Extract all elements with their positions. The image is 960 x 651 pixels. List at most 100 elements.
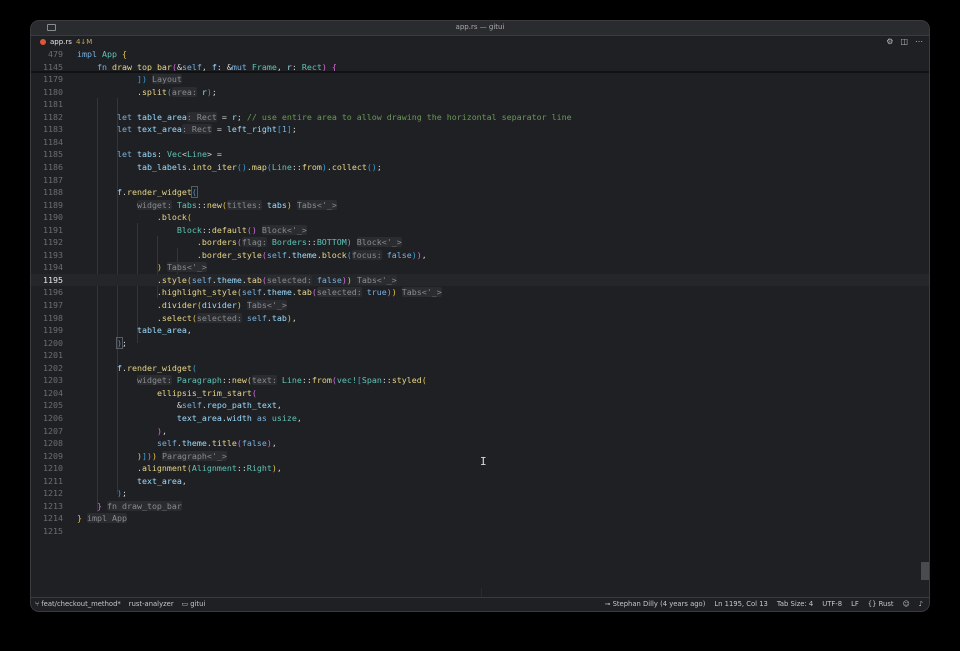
- scrollbar-thumb[interactable]: [921, 562, 929, 580]
- code-line[interactable]: 1197 .divider(divider) Tabs<'_>: [31, 299, 929, 312]
- line-number: 1193: [43, 249, 63, 260]
- line-number: 1186: [43, 161, 63, 172]
- branch-status[interactable]: ⑂ feat/checkout_method*: [35, 598, 121, 611]
- code-line[interactable]: 1183 let text_area: Rect = left_right[1]…: [31, 123, 929, 136]
- code-text: ellipsis_trim_start(: [156, 387, 257, 398]
- code-line[interactable]: 1192 .borders(flag: Borders::BOTTOM) Blo…: [31, 236, 929, 249]
- code-line[interactable]: 1195 .style(self.theme.tab(selected: fal…: [31, 273, 929, 287]
- code-text: widget: Paragraph::new(text: Line::from(…: [136, 375, 427, 386]
- code-line[interactable]: 1193 .border_style(self.theme.block(focu…: [31, 249, 929, 262]
- sticky-scroll-line[interactable]: 479 impl App {: [31, 48, 929, 61]
- line-number: 1208: [43, 438, 63, 449]
- code-line[interactable]: 1202 f.render_widget(: [31, 362, 929, 375]
- code-line[interactable]: 1207 ),: [31, 425, 929, 438]
- code-line[interactable]: 1206 text_area.width as usize,: [31, 412, 929, 425]
- encoding[interactable]: UTF-8: [822, 598, 842, 611]
- code-line[interactable]: 1190 .block(: [31, 211, 929, 224]
- code-line[interactable]: 1213 } fn draw_top_bar: [31, 500, 929, 513]
- line-number: 479: [48, 49, 63, 59]
- line-number: 1213: [43, 500, 63, 511]
- line-number: 1194: [43, 262, 63, 273]
- code-line[interactable]: 1194 ) Tabs<'_>: [31, 261, 929, 274]
- code-text: f.render_widget(: [116, 186, 198, 199]
- tab-actions: ⚙ ◫ ⋯: [886, 37, 923, 46]
- code-line[interactable]: 1214} impl App: [31, 512, 929, 525]
- code-text: } impl App: [77, 513, 127, 524]
- line-number: 1209: [43, 450, 63, 461]
- code-text: &self.repo_path_text,: [77, 400, 282, 411]
- blame-text: Stephan Dilly (4 years ago): [612, 600, 706, 608]
- line-number: 1215: [43, 525, 63, 536]
- code-line[interactable]: 1203 widget: Paragraph::new(text: Line::…: [31, 374, 929, 387]
- code-text: let tabs: Vec<Line> =: [116, 149, 222, 160]
- code-line[interactable]: 1181: [31, 98, 929, 111]
- line-number: 1189: [43, 199, 63, 210]
- folder-name: gitui: [190, 600, 206, 608]
- code-line[interactable]: 1191 Block::default() Block<'_>: [31, 224, 929, 237]
- status-bar: ⑂ feat/checkout_method* rust-analyzer ▭ …: [31, 597, 929, 611]
- code-line[interactable]: 1208 self.theme.title(false),: [31, 437, 929, 450]
- code-text: .highlight_style(self.theme.tab(selected…: [77, 287, 442, 298]
- code-line[interactable]: 1215: [31, 525, 929, 538]
- code-text: let table_area: Rect = r; // use entire …: [116, 111, 572, 122]
- code-line[interactable]: 1196 .highlight_style(self.theme.tab(sel…: [31, 286, 929, 299]
- tab-size[interactable]: Tab Size: 4: [777, 598, 813, 611]
- folder-status[interactable]: ▭ gitui: [182, 598, 206, 611]
- code-text: .divider(divider) Tabs<'_>: [77, 300, 287, 310]
- line-number: 1206: [43, 412, 63, 423]
- code-text: .border_style(self.theme.block(focus: fa…: [77, 249, 427, 260]
- code-text: table_area,: [136, 325, 192, 336]
- code-text: .block(: [77, 212, 192, 223]
- code-line[interactable]: 1205 &self.repo_path_text,: [31, 399, 929, 412]
- line-number: 1199: [43, 325, 63, 336]
- blame-status[interactable]: ⊸ Stephan Dilly (4 years ago): [605, 598, 706, 611]
- code-line[interactable]: 1200 );: [31, 336, 929, 350]
- branch-name: feat/checkout_method*: [41, 600, 121, 608]
- line-number: 1184: [43, 136, 63, 147]
- line-number: 1203: [43, 375, 63, 386]
- code-line[interactable]: 1180 .split(area: r);: [31, 86, 929, 99]
- more-actions-icon[interactable]: ⋯: [915, 37, 923, 46]
- code-line[interactable]: 1187: [31, 174, 929, 187]
- language-name: Rust: [878, 600, 894, 608]
- copilot-icon[interactable]: ☺: [903, 598, 910, 611]
- code-line[interactable]: 1198 .select(selected: self.tab),: [31, 312, 929, 325]
- tab-app-rs[interactable]: app.rs 4↓M: [34, 36, 98, 48]
- line-number: 1182: [43, 111, 63, 122]
- code-line[interactable]: 1179 ]) Layout: [31, 73, 929, 86]
- line-number: 1212: [43, 488, 63, 499]
- code-line[interactable]: 1199 table_area,: [31, 324, 929, 337]
- rust-file-icon: [40, 39, 46, 45]
- code-line[interactable]: 1201: [31, 349, 929, 362]
- code-line[interactable]: 1212 );: [31, 487, 929, 500]
- code-text: )])) Paragraph<'_>: [136, 450, 227, 461]
- bell-icon[interactable]: ♪: [919, 598, 923, 611]
- line-number: 1185: [43, 149, 63, 160]
- code-line[interactable]: 1182 let table_area: Rect = r; // use en…: [31, 111, 929, 124]
- code-editor[interactable]: 479 impl App {1145 fn draw_top_bar(&self,…: [31, 48, 929, 610]
- end-of-line[interactable]: LF: [851, 598, 859, 611]
- code-text: .borders(flag: Borders::BOTTOM) Block<'_…: [77, 237, 402, 248]
- line-number: 1179: [43, 74, 63, 85]
- split-editor-icon[interactable]: ◫: [900, 37, 908, 46]
- language-mode[interactable]: {} Rust: [868, 598, 894, 611]
- code-line[interactable]: 1185 let tabs: Vec<Line> =: [31, 148, 929, 161]
- line-number: 1201: [43, 350, 63, 361]
- line-number: 1196: [43, 287, 63, 298]
- tab-filename: app.rs: [50, 38, 72, 46]
- code-line[interactable]: 1211 text_area,: [31, 475, 929, 488]
- text-cursor-icon: I: [480, 455, 487, 468]
- folder-icon: ▭: [181, 600, 189, 608]
- code-line[interactable]: 1188 f.render_widget(: [31, 186, 929, 199]
- language-server-status[interactable]: rust-analyzer: [129, 598, 174, 611]
- line-number: 1190: [43, 212, 63, 223]
- settings-gear-icon[interactable]: ⚙: [886, 37, 893, 46]
- code-line[interactable]: 1184: [31, 136, 929, 149]
- editor-window: app.rs — gitui app.rs 4↓M ⚙ ◫ ⋯ 479 impl …: [31, 21, 929, 611]
- cursor-position[interactable]: Ln 1195, Col 13: [714, 598, 767, 611]
- code-line[interactable]: 1186 tab_labels.into_iter().map(Line::fr…: [31, 161, 929, 174]
- code-text: ]) Layout: [136, 74, 182, 85]
- code-line[interactable]: 1204 ellipsis_trim_start(: [31, 387, 929, 400]
- code-line[interactable]: 1189 widget: Tabs::new(titles: tabs) Tab…: [31, 199, 929, 212]
- sticky-scroll-divider: [31, 71, 929, 73]
